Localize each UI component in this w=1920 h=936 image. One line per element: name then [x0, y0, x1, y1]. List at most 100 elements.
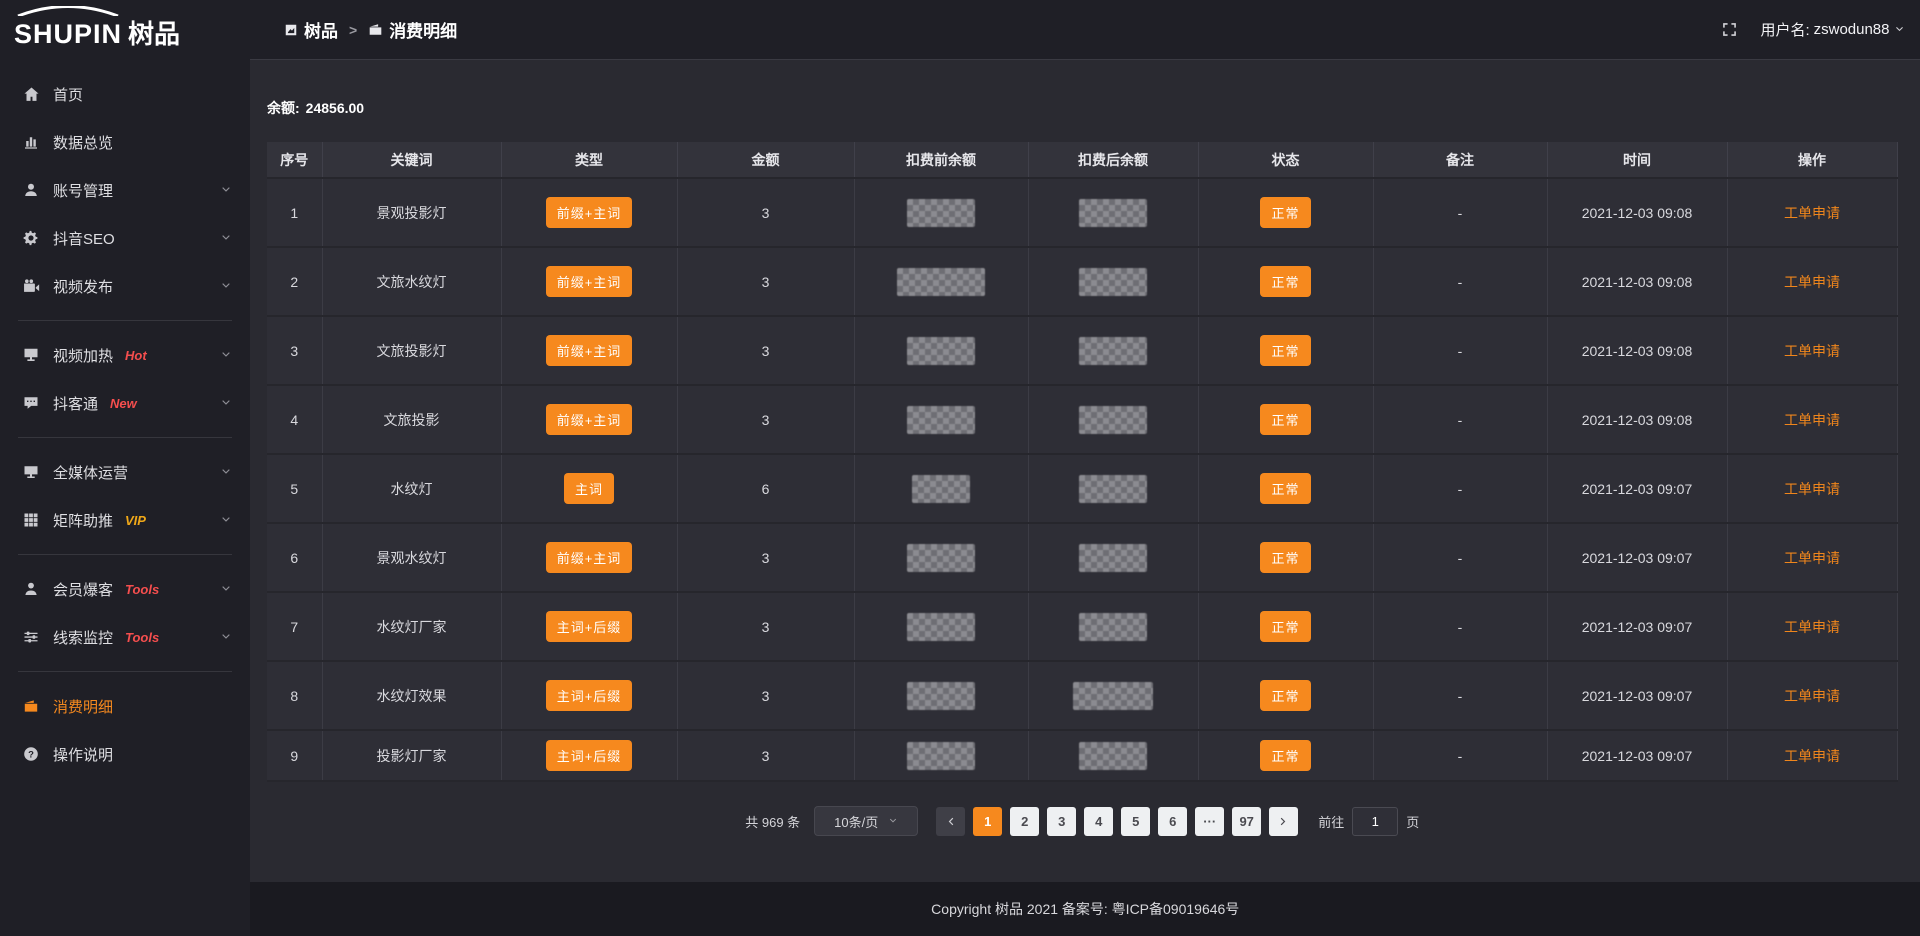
logo-arc	[16, 6, 120, 16]
sidebar-item-tag: Tools	[125, 582, 159, 597]
cell-action: 工单申请	[1727, 385, 1897, 454]
work-order-apply-link[interactable]: 工单申请	[1784, 688, 1840, 704]
cell-action: 工单申请	[1727, 661, 1897, 730]
page-button-4[interactable]: 4	[1084, 807, 1113, 836]
masked-balance-after	[1079, 199, 1147, 227]
masked-balance-before	[907, 613, 975, 641]
masked-balance-before	[907, 337, 975, 365]
page-button-3[interactable]: 3	[1047, 807, 1076, 836]
cell-balance-before	[854, 523, 1028, 592]
page-size-select[interactable]: 10条/页	[814, 806, 918, 836]
sidebar-item-tag: Hot	[125, 348, 147, 363]
work-order-apply-link[interactable]: 工单申请	[1784, 550, 1840, 566]
sidebar-item-member-marketing[interactable]: 会员爆客Tools	[0, 565, 250, 613]
page-ellipsis-button[interactable]: ···	[1195, 807, 1224, 836]
work-order-apply-link[interactable]: 工单申请	[1784, 748, 1840, 764]
column-header: 备注	[1373, 142, 1547, 178]
username-label: 用户名:	[1760, 19, 1809, 40]
cell-status: 正常	[1198, 178, 1373, 247]
balance-value: 24856.00	[306, 100, 364, 116]
cell-balance-after	[1028, 385, 1198, 454]
page-button-1[interactable]: 1	[973, 807, 1002, 836]
cell-amount: 3	[677, 316, 854, 385]
status-badge: 正常	[1260, 542, 1310, 573]
next-page-button[interactable]	[1269, 807, 1298, 836]
masked-balance-before	[897, 268, 985, 296]
wallet-icon	[22, 697, 40, 715]
chevron-down-icon	[220, 631, 232, 643]
video-camera-icon	[22, 277, 40, 295]
type-badge: 前缀+主词	[546, 266, 633, 297]
work-order-apply-link[interactable]: 工单申请	[1784, 205, 1840, 221]
cell-action: 工单申请	[1727, 247, 1897, 316]
fullscreen-icon[interactable]	[1721, 21, 1738, 38]
cell-status: 正常	[1198, 454, 1373, 523]
main-area: 树品 > 消费明细 用户名: zswodun88 余额:24856.00	[250, 0, 1920, 936]
column-header: 类型	[501, 142, 677, 178]
cell-balance-before	[854, 454, 1028, 523]
sidebar-item-account-management[interactable]: 账号管理	[0, 166, 250, 214]
page-button-2[interactable]: 2	[1010, 807, 1039, 836]
sidebar-item-douketong[interactable]: 抖客通New	[0, 379, 250, 427]
cell-status: 正常	[1198, 592, 1373, 661]
cell-type: 前缀+主词	[501, 316, 677, 385]
work-order-apply-link[interactable]: 工单申请	[1784, 343, 1840, 359]
cell-amount: 3	[677, 178, 854, 247]
sidebar-item-video-heat[interactable]: 视频加热Hot	[0, 331, 250, 379]
cell-status: 正常	[1198, 247, 1373, 316]
goto-label: 前往	[1318, 812, 1344, 831]
user-icon	[22, 181, 40, 199]
sidebar-item-operation-guide[interactable]: ?操作说明	[0, 730, 250, 778]
user-menu[interactable]: 用户名: zswodun88	[1760, 19, 1904, 40]
cell-remark: -	[1373, 316, 1547, 385]
type-badge: 主词+后缀	[546, 611, 633, 642]
sidebar-item-matrix-boost[interactable]: 矩阵助推VIP	[0, 496, 250, 544]
page-button-97[interactable]: 97	[1232, 807, 1261, 836]
sidebar-divider	[18, 671, 232, 672]
work-order-apply-link[interactable]: 工单申请	[1784, 412, 1840, 428]
work-order-apply-link[interactable]: 工单申请	[1784, 619, 1840, 635]
sidebar-item-douyin-seo[interactable]: 抖音SEO	[0, 214, 250, 262]
status-badge: 正常	[1260, 266, 1310, 297]
masked-balance-after	[1079, 268, 1147, 296]
topbar-right: 用户名: zswodun88	[1721, 19, 1904, 40]
sidebar-item-all-media-operation[interactable]: 全媒体运营	[0, 448, 250, 496]
sidebar-item-label: 消费明细	[53, 696, 113, 717]
cell-keyword: 景观投影灯	[322, 178, 501, 247]
breadcrumb-item-home[interactable]: 树品	[284, 17, 338, 42]
breadcrumb-label: 消费明细	[389, 17, 457, 42]
chevron-down-icon	[220, 397, 232, 409]
cell-remark: -	[1373, 178, 1547, 247]
prev-page-button[interactable]	[936, 807, 965, 836]
cell-action: 工单申请	[1727, 454, 1897, 523]
sidebar-item-consumption-detail[interactable]: 消费明细	[0, 682, 250, 730]
sidebar-item-label: 全媒体运营	[53, 462, 128, 483]
cell-keyword: 景观水纹灯	[322, 523, 501, 592]
work-order-apply-link[interactable]: 工单申请	[1784, 274, 1840, 290]
sidebar-item-home[interactable]: 首页	[0, 70, 250, 118]
cell-index: 8	[267, 661, 322, 730]
cell-keyword: 文旅投影灯	[322, 316, 501, 385]
sidebar-item-lead-monitor[interactable]: 线索监控Tools	[0, 613, 250, 661]
status-badge: 正常	[1260, 335, 1310, 366]
breadcrumb: 树品 > 消费明细	[284, 17, 457, 42]
page-button-5[interactable]: 5	[1121, 807, 1150, 836]
cell-index: 6	[267, 523, 322, 592]
cell-type: 前缀+主词	[501, 247, 677, 316]
page-button-6[interactable]: 6	[1158, 807, 1187, 836]
masked-balance-after	[1079, 742, 1147, 770]
work-order-apply-link[interactable]: 工单申请	[1784, 481, 1840, 497]
masked-balance-before	[907, 544, 975, 572]
chevron-down-icon	[220, 349, 232, 361]
type-badge: 前缀+主词	[546, 335, 633, 366]
cell-index: 3	[267, 316, 322, 385]
sidebar-item-video-publish[interactable]: 视频发布	[0, 262, 250, 310]
goto-page-input[interactable]	[1352, 807, 1398, 836]
cell-keyword: 水纹灯厂家	[322, 592, 501, 661]
cell-keyword: 投影灯厂家	[322, 730, 501, 781]
cell-index: 7	[267, 592, 322, 661]
type-badge: 前缀+主词	[546, 542, 633, 573]
table-row: 4文旅投影前缀+主词3正常-2021-12-03 09:08工单申请	[267, 385, 1897, 454]
sidebar-item-data-overview[interactable]: 数据总览	[0, 118, 250, 166]
breadcrumb-item-current[interactable]: 消费明细	[368, 17, 457, 42]
